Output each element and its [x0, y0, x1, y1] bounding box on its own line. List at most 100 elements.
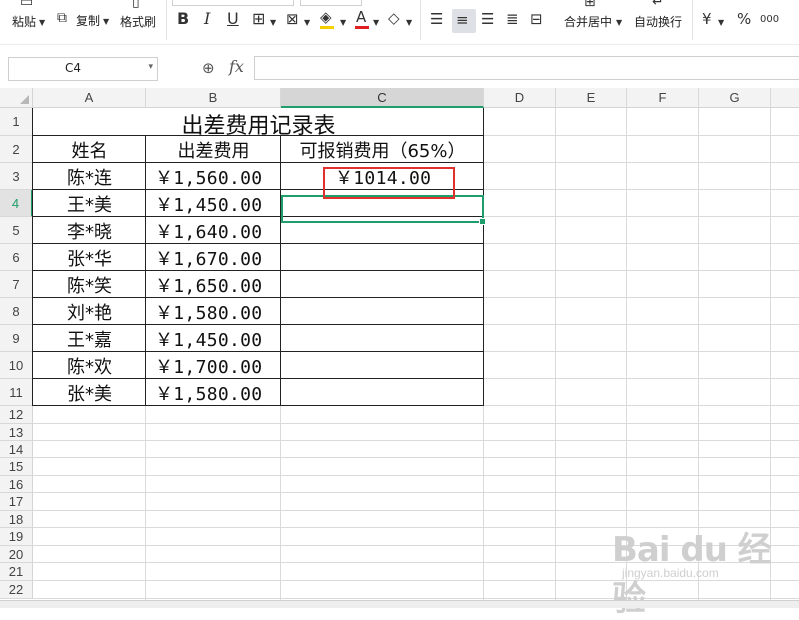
italic-icon: I: [204, 9, 211, 28]
column-header-partial[interactable]: [771, 88, 799, 108]
row-header-15[interactable]: 15: [0, 458, 33, 476]
font-size-select[interactable]: [300, 0, 362, 6]
travel-cost-cell[interactable]: ￥1,450.00: [146, 325, 281, 352]
travel-cost-cell[interactable]: ￥1,650.00: [146, 271, 281, 298]
toolbar-ribbon: ▭ 粘贴 ▼ ⧉ 复制 ▼ ▯ 格式刷 B I U ⊞ ▼ ⊠ ▼ ◈ ▼ A …: [0, 0, 799, 44]
travel-cost-cell[interactable]: ￥1,580.00: [146, 298, 281, 325]
clear-button[interactable]: ◇ ▼: [386, 9, 414, 31]
name-cell[interactable]: 刘*艳: [33, 298, 146, 325]
reimbursable-cell[interactable]: [281, 379, 484, 406]
reimbursable-cell[interactable]: [281, 298, 484, 325]
wrap-text-button[interactable]: ↵ 自动换行: [632, 0, 686, 34]
fill-color-button[interactable]: ◈ ▼: [318, 9, 348, 31]
gridline-row: [33, 510, 799, 511]
percent-format-button[interactable]: %: [735, 9, 753, 31]
row-header-4[interactable]: 4: [0, 190, 33, 217]
travel-cost-cell[interactable]: ￥1,640.00: [146, 217, 281, 244]
row-header-18[interactable]: 18: [0, 511, 33, 528]
borders-button[interactable]: ⊞ ▼: [250, 9, 278, 31]
table-header-cell[interactable]: 姓名: [33, 136, 146, 163]
travel-cost-cell[interactable]: ￥1,560.00: [146, 163, 281, 190]
column-header-d[interactable]: D: [484, 88, 556, 108]
row-header-20[interactable]: 20: [0, 546, 33, 563]
name-cell[interactable]: 张*美: [33, 379, 146, 406]
name-cell[interactable]: 陈*笑: [33, 271, 146, 298]
paste-icon: ▭: [20, 0, 34, 10]
reimbursable-cell[interactable]: [281, 352, 484, 379]
chevron-down-icon: ▼: [39, 18, 46, 27]
copy-icon: ⧉: [57, 10, 67, 26]
row-header-17[interactable]: 17: [0, 493, 33, 511]
reimbursable-cell[interactable]: [281, 325, 484, 352]
bold-button[interactable]: B: [174, 9, 192, 31]
row-header-5[interactable]: 5: [0, 217, 33, 244]
font-color-button[interactable]: A ▼: [353, 9, 381, 31]
cell-style-button[interactable]: ⊠ ▼: [284, 9, 312, 31]
fx-icon[interactable]: fx: [229, 57, 244, 76]
table-title[interactable]: 出差费用记录表: [33, 108, 484, 136]
column-header-a[interactable]: A: [33, 88, 146, 108]
align-right-button[interactable]: ☰: [479, 9, 499, 31]
italic-button[interactable]: I: [199, 9, 217, 31]
name-cell[interactable]: 王*嘉: [33, 325, 146, 352]
row-header-7[interactable]: 7: [0, 271, 33, 298]
table-header-cell[interactable]: 可报销费用（65%）: [281, 136, 484, 163]
column-header-g[interactable]: G: [699, 88, 771, 108]
table-border: [33, 378, 484, 379]
row-header-14[interactable]: 14: [0, 441, 33, 458]
merge-center-button[interactable]: ⊞ 合并居中 ▼: [562, 0, 624, 34]
select-all-corner[interactable]: [0, 88, 33, 108]
underline-button[interactable]: U: [224, 9, 242, 31]
row-header-11[interactable]: 11: [0, 379, 33, 406]
thousands-format-button[interactable]: 000: [760, 9, 786, 31]
row-header-10[interactable]: 10: [0, 352, 33, 379]
travel-cost-cell[interactable]: ￥1,580.00: [146, 379, 281, 406]
row-header-13[interactable]: 13: [0, 424, 33, 441]
name-box[interactable]: C4 ▾: [8, 57, 158, 81]
travel-cost-cell[interactable]: ￥1,450.00: [146, 190, 281, 217]
paste-button[interactable]: ▭ 粘贴 ▼: [8, 0, 48, 34]
reimbursable-cell[interactable]: [281, 244, 484, 271]
table-header-cell[interactable]: 出差费用: [146, 136, 281, 163]
column-header-f[interactable]: F: [627, 88, 699, 108]
name-cell[interactable]: 王*美: [33, 190, 146, 217]
row-header-12[interactable]: 12: [0, 406, 33, 424]
zoom-icon[interactable]: ⊕: [202, 59, 215, 77]
distributed-button[interactable]: ⊟: [528, 9, 548, 31]
baidu-jingyan-watermark: Bai du 经验 jingyan.baidu.com: [612, 522, 782, 619]
travel-cost-cell[interactable]: ￥1,700.00: [146, 352, 281, 379]
row-header-1[interactable]: 1: [0, 108, 33, 136]
name-cell[interactable]: 李*晓: [33, 217, 146, 244]
justify-button[interactable]: ≣: [504, 9, 524, 31]
row-header-2[interactable]: 2: [0, 136, 33, 163]
row-header-21[interactable]: 21: [0, 563, 33, 581]
copy-button[interactable]: ⧉ 复制 ▼: [55, 8, 111, 30]
distributed-icon: ⊟: [530, 10, 543, 28]
format-painter-button[interactable]: ▯ 格式刷: [118, 0, 160, 34]
chevron-down-icon: ▼: [406, 18, 413, 27]
font-name-select[interactable]: [172, 0, 294, 6]
column-header-c[interactable]: C: [281, 88, 484, 108]
name-cell[interactable]: 陈*欢: [33, 352, 146, 379]
travel-cost-cell[interactable]: ￥1,670.00: [146, 244, 281, 271]
active-cell-selection[interactable]: [281, 195, 486, 225]
name-cell[interactable]: 张*华: [33, 244, 146, 271]
align-right-icon: ☰: [481, 10, 495, 28]
reimbursable-cell[interactable]: [281, 271, 484, 298]
row-header-6[interactable]: 6: [0, 244, 33, 271]
fill-bucket-icon: ◈: [320, 8, 332, 26]
name-cell[interactable]: 陈*连: [33, 163, 146, 190]
align-left-button[interactable]: ☰: [428, 9, 448, 31]
formula-input[interactable]: [254, 56, 799, 80]
row-header-19[interactable]: 19: [0, 528, 33, 546]
column-header-b[interactable]: B: [146, 88, 281, 108]
row-header-3[interactable]: 3: [0, 163, 33, 190]
align-center-button[interactable]: ≡: [452, 9, 476, 33]
row-header-8[interactable]: 8: [0, 298, 33, 325]
column-header-e[interactable]: E: [556, 88, 627, 108]
row-header-9[interactable]: 9: [0, 325, 33, 352]
row-header-16[interactable]: 16: [0, 476, 33, 493]
currency-format-button[interactable]: ¥ ▼: [700, 9, 728, 31]
format-painter-icon: ▯: [132, 0, 140, 10]
row-header-22[interactable]: 22: [0, 581, 33, 599]
